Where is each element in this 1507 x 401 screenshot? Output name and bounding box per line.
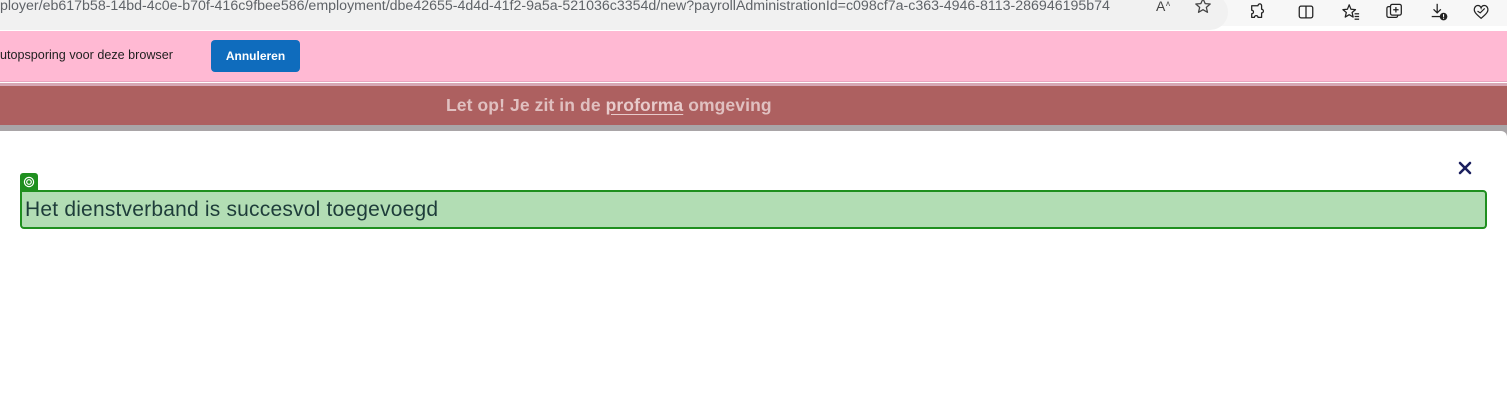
svg-text:ʌ: ʌ: [1166, 0, 1170, 8]
environment-banner: Let op! Je zit in de proforma omgeving: [0, 86, 1507, 125]
cancel-button[interactable]: Annuleren: [211, 40, 300, 72]
modal-dialog: Het dienstverband is succesvol toegevoeg…: [0, 131, 1507, 401]
split-screen-icon[interactable]: [1293, 1, 1319, 23]
environment-banner-suffix: omgeving: [683, 95, 772, 115]
favorite-star-icon[interactable]: [1191, 0, 1215, 17]
browser-toolbar: ployer/eb617b58-14bd-4c0e-b70f-416c9fbee…: [0, 0, 1507, 30]
svg-text:A: A: [1156, 0, 1166, 14]
success-message: Het dienstverband is succesvol toegevoeg…: [25, 198, 439, 221]
favorites-icon[interactable]: [1338, 1, 1364, 23]
browser-essentials-icon[interactable]: [1469, 1, 1495, 23]
environment-banner-prefix: Let op! Je zit in de: [446, 95, 606, 115]
environment-banner-text: Let op! Je zit in de proforma omgeving: [446, 95, 772, 116]
browser-window: ployer/eb617b58-14bd-4c0e-b70f-416c9fbee…: [0, 0, 1507, 401]
downloads-icon[interactable]: [1426, 1, 1452, 23]
environment-link[interactable]: proforma: [606, 95, 684, 115]
extensions-icon[interactable]: [1245, 1, 1271, 23]
address-bar-url[interactable]: ployer/eb617b58-14bd-4c0e-b70f-416c9fbee…: [0, 0, 1130, 15]
infobar-message: utopsporing voor deze browser: [0, 48, 173, 62]
infobar: utopsporing voor deze browser Annuleren: [0, 31, 1507, 82]
close-icon[interactable]: [1454, 157, 1476, 179]
address-bar[interactable]: ployer/eb617b58-14bd-4c0e-b70f-416c9fbee…: [0, 0, 1228, 30]
collections-icon[interactable]: [1382, 1, 1408, 23]
read-aloud-icon[interactable]: Aʌ: [1152, 0, 1176, 17]
success-alert: Het dienstverband is succesvol toegevoeg…: [20, 190, 1487, 229]
success-target-icon: [20, 173, 38, 190]
